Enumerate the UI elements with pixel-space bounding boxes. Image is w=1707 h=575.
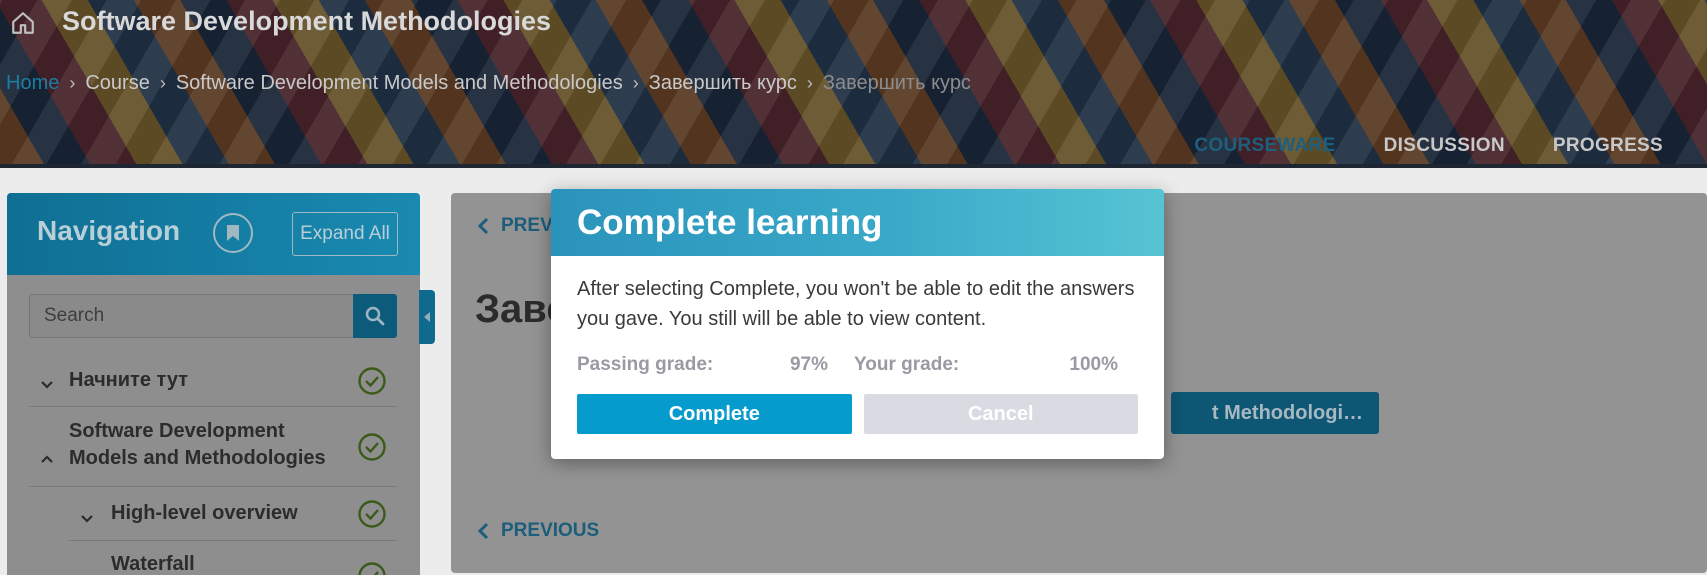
- tab-progress[interactable]: PROGRESS: [1529, 132, 1687, 168]
- previous-link-top[interactable]: PREV: [477, 215, 553, 237]
- navigation-title: Navigation: [37, 215, 181, 246]
- search-input[interactable]: [29, 294, 353, 338]
- dialog-header: Complete learning: [551, 189, 1164, 256]
- your-grade: Your grade: 100%: [841, 354, 1131, 376]
- search-icon: [365, 306, 385, 326]
- breadcrumb-section[interactable]: Software Development Models and Methodol…: [176, 72, 623, 95]
- navigation-header: Navigation Expand All: [7, 193, 420, 275]
- previous-label: PREVIOUS: [501, 520, 600, 541]
- your-grade-label: Your grade:: [854, 354, 960, 375]
- nav-item-label: Начните тут: [69, 369, 188, 391]
- chevron-right-icon: ›: [69, 73, 76, 93]
- chevron-right-icon: ›: [806, 73, 813, 93]
- complete-learning-dialog: Complete learning After selecting Comple…: [551, 189, 1164, 459]
- nav-item-high-level-overview[interactable]: High-level overview: [69, 487, 397, 541]
- check-circle-icon: [358, 367, 386, 395]
- previous-label: PREV: [501, 215, 553, 236]
- course-title: Software Development Methodologies: [62, 6, 552, 36]
- collapse-sidebar-button[interactable]: [419, 290, 435, 344]
- course-header-banner: Software Development Methodologies Home …: [0, 0, 1707, 168]
- dialog-actions: Complete Cancel: [577, 394, 1138, 434]
- bookmark-button[interactable]: [213, 213, 253, 253]
- breadcrumb-subsection[interactable]: Завершить курс: [649, 72, 797, 95]
- complete-button[interactable]: Complete: [577, 394, 852, 434]
- caret-left-icon: [424, 312, 430, 322]
- nav-item-sdm-section[interactable]: Software Development Models and Methodol…: [29, 407, 397, 487]
- passing-grade-value: 97%: [789, 354, 828, 375]
- previous-link-bottom[interactable]: PREVIOUS: [477, 520, 599, 542]
- chevron-down-icon: [41, 381, 53, 389]
- check-circle-icon: [358, 562, 386, 575]
- nav-item-label: Software Development Models and Methodol…: [69, 420, 326, 469]
- navigation-sidebar: Navigation Expand All Начните тут: [7, 193, 420, 575]
- breadcrumb: Home › Course › Software Development Mod…: [6, 72, 971, 95]
- breadcrumb-current: Завершить курс: [822, 72, 971, 94]
- dialog-message: After selecting Complete, you won't be a…: [577, 278, 1135, 330]
- tab-discussion[interactable]: DISCUSSION: [1360, 132, 1529, 168]
- cancel-button[interactable]: Cancel: [863, 394, 1138, 434]
- passing-grade: Passing grade: 97%: [577, 354, 841, 376]
- course-tabs: COURSEWARE DISCUSSION PROGRESS: [1170, 132, 1687, 168]
- nav-item-start-here[interactable]: Начните тут: [29, 355, 397, 407]
- nav-item-label: Waterfall: [111, 553, 195, 575]
- bookmark-icon: [227, 225, 239, 241]
- passing-grade-label: Passing grade:: [577, 354, 714, 375]
- nav-item-waterfall[interactable]: Waterfall: [69, 541, 397, 575]
- chevron-down-icon: [81, 515, 93, 523]
- next-unit-button[interactable]: t Methodologi…: [1171, 392, 1379, 434]
- chevron-left-icon: [477, 522, 489, 540]
- chevron-left-icon: [477, 217, 489, 235]
- check-circle-icon: [358, 433, 386, 461]
- nav-item-label: High-level overview: [111, 502, 298, 524]
- chevron-up-icon: [41, 455, 53, 463]
- expand-all-button[interactable]: Expand All: [292, 212, 398, 256]
- breadcrumb-course[interactable]: Course: [85, 72, 149, 95]
- dialog-title: Complete learning: [577, 202, 883, 242]
- tab-courseware[interactable]: COURSEWARE: [1170, 132, 1360, 168]
- chevron-right-icon: ›: [159, 73, 166, 93]
- your-grade-value: 100%: [1069, 354, 1118, 375]
- grade-summary: Passing grade: 97% Your grade: 100%: [577, 354, 1138, 376]
- chevron-right-icon: ›: [632, 73, 639, 93]
- breadcrumb-home[interactable]: Home: [6, 72, 59, 95]
- dialog-body: After selecting Complete, you won't be a…: [551, 256, 1164, 434]
- check-circle-icon: [358, 500, 386, 528]
- search-bar: [29, 294, 397, 338]
- home-icon[interactable]: [10, 10, 36, 36]
- search-button[interactable]: [353, 294, 397, 338]
